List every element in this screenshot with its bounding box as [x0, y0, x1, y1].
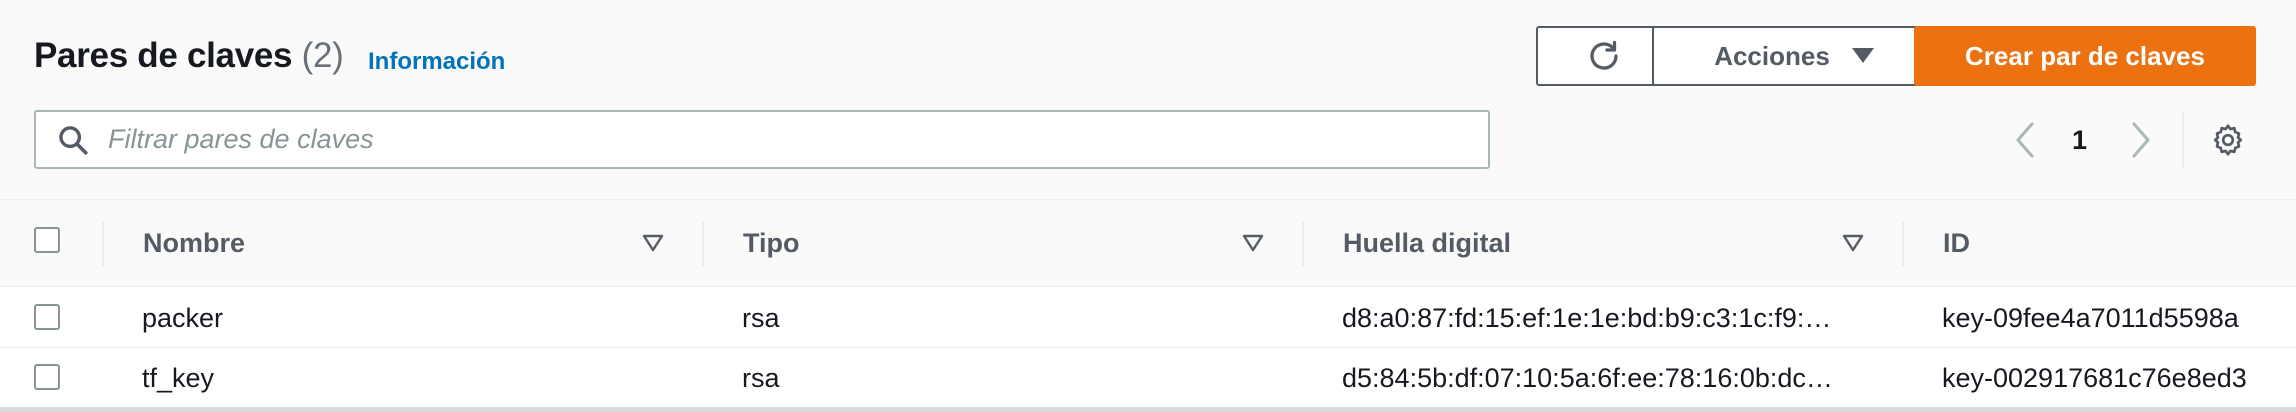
cell-fingerprint: d5:84:5b:df:07:10:5a:6f:ee:78:16:0b:dc…	[1342, 362, 1833, 393]
current-page-number[interactable]: 1	[2072, 112, 2087, 168]
cell-name: packer	[142, 302, 224, 333]
create-key-pair-button[interactable]: Crear par de claves	[1914, 26, 2256, 86]
next-page-button[interactable]	[2126, 112, 2156, 168]
sort-icon	[1242, 234, 1264, 252]
table-bottom-border	[0, 407, 2296, 412]
row-checkbox[interactable]	[34, 364, 60, 390]
table-header-row: Nombre Tipo Huella digital ID	[0, 200, 2296, 287]
search-placeholder: Filtrar pares de claves	[108, 124, 374, 154]
column-header-fingerprint[interactable]: Huella digital	[1343, 200, 1511, 287]
caret-down-icon	[1851, 48, 1874, 63]
column-separator	[102, 222, 104, 266]
previous-page-button[interactable]	[2010, 112, 2040, 168]
cell-id: key-002917681c76e8ed3	[1942, 362, 2247, 393]
cell-name: tf_key	[142, 362, 215, 393]
refresh-icon	[1590, 40, 1618, 70]
page-title: Pares de claves (2)	[34, 36, 344, 76]
select-all-checkbox[interactable]	[34, 227, 60, 253]
item-count: (2)	[301, 36, 344, 75]
actions-dropdown-button[interactable]: Acciones	[1652, 26, 1936, 86]
search-icon	[59, 125, 88, 155]
preferences-button[interactable]	[2210, 112, 2246, 168]
sort-icon	[1842, 234, 1864, 252]
search-input[interactable]: Filtrar pares de claves	[34, 110, 1490, 169]
cell-type: rsa	[742, 302, 780, 333]
pagination-divider	[2182, 112, 2184, 168]
chevron-left-icon	[2016, 122, 2034, 158]
actions-label: Acciones	[1714, 40, 1830, 71]
column-header-name[interactable]: Nombre	[143, 200, 245, 287]
column-separator	[1302, 222, 1304, 266]
table-row[interactable]: packer rsa d8:a0:87:fd:15:ef:1e:1e:bd:b9…	[0, 288, 2296, 348]
chevron-right-icon	[2132, 122, 2150, 158]
row-checkbox[interactable]	[34, 304, 60, 330]
cell-id: key-09fee4a7011d5598a	[1942, 302, 2239, 333]
column-header-id[interactable]: ID	[1943, 200, 1970, 287]
table-row[interactable]: tf_key rsa d5:84:5b:df:07:10:5a:6f:ee:78…	[0, 348, 2296, 408]
column-header-type[interactable]: Tipo	[743, 200, 800, 287]
gear-icon	[2213, 124, 2243, 156]
column-separator	[1902, 222, 1904, 266]
page-title-text: Pares de claves	[34, 36, 293, 75]
cell-type: rsa	[742, 362, 780, 393]
cell-fingerprint: d8:a0:87:fd:15:ef:1e:1e:bd:b9:c3:1c:f9:…	[1342, 302, 1832, 333]
page-header: Pares de claves (2) Información Acciones…	[0, 0, 2296, 200]
sort-icon	[642, 234, 664, 252]
info-link[interactable]: Información	[368, 48, 505, 76]
column-separator	[702, 222, 704, 266]
